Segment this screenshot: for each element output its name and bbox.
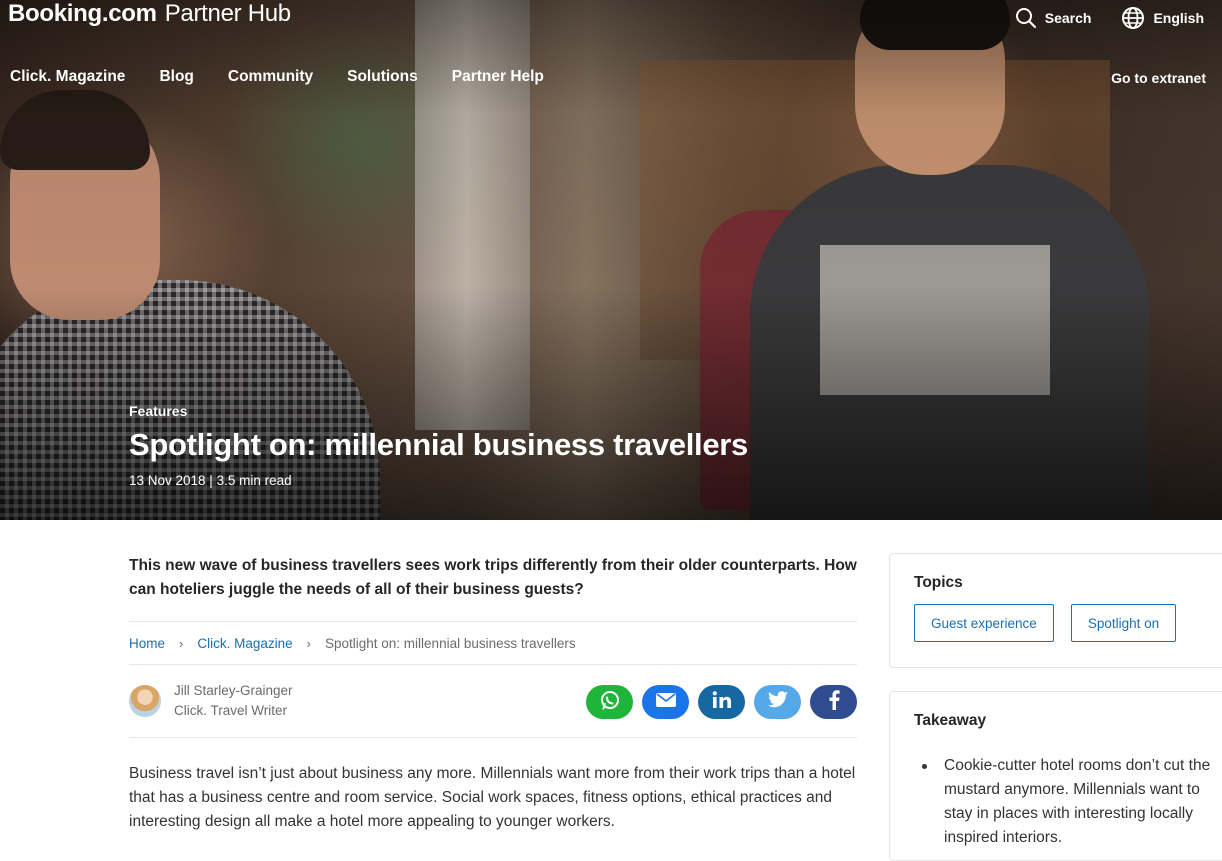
article-body-paragraph: Business travel isn’t just about busines…	[129, 765, 856, 830]
search-label: Search	[1044, 10, 1092, 26]
main-nav: Click. Magazine Blog Community Solutions…	[10, 68, 544, 86]
topic-chip-guest-experience[interactable]: Guest experience	[914, 604, 1054, 642]
language-selector[interactable]: English	[1109, 5, 1222, 31]
takeaway-list: Cookie-cutter hotel rooms don’t cut the …	[920, 754, 1212, 850]
breadcrumb-current: Spotlight on: millennial business travel…	[325, 635, 576, 651]
takeaway-card: Takeaway Cookie-cutter hotel rooms don’t…	[889, 691, 1222, 861]
share-linkedin-button[interactable]	[698, 685, 745, 719]
article-intro: This new wave of business travellers see…	[129, 557, 857, 598]
divider	[129, 737, 857, 738]
article: This new wave of business travellers see…	[129, 520, 857, 834]
breadcrumb-home[interactable]: Home	[129, 636, 165, 651]
topic-chip-spotlight-on[interactable]: Spotlight on	[1070, 604, 1177, 642]
share-twitter-button[interactable]	[754, 685, 801, 719]
email-icon	[655, 692, 676, 712]
nav-click-magazine[interactable]: Click. Magazine	[10, 68, 125, 86]
twitter-icon	[767, 690, 789, 714]
article-meta: 13 Nov 2018 | 3.5 min read	[129, 473, 292, 488]
share-email-button[interactable]	[642, 685, 689, 719]
author-info: Jill Starley-Grainger Click. Travel Writ…	[174, 681, 293, 721]
avatar	[129, 685, 161, 717]
nav-community[interactable]: Community	[228, 68, 313, 86]
nav-partner-help[interactable]: Partner Help	[452, 68, 544, 86]
author-role: Click. Travel Writer	[174, 703, 288, 718]
topic-chips: Guest experience Spotlight on	[914, 604, 1177, 642]
share-whatsapp-button[interactable]	[586, 685, 633, 719]
hero-text: Features Spotlight on: millennial busine…	[129, 403, 748, 488]
page-title: Spotlight on: millennial business travel…	[129, 427, 748, 462]
logo-product: Partner Hub	[164, 0, 291, 27]
topics-card: Topics Guest experience Spotlight on	[889, 553, 1222, 668]
author-row: Jill Starley-Grainger Click. Travel Writ…	[129, 665, 857, 737]
topics-heading: Topics	[914, 574, 963, 591]
facebook-icon	[828, 689, 840, 715]
linkedin-icon	[712, 690, 732, 714]
hero-banner: Booking.com Partner Hub Search English Cl…	[0, 0, 1222, 520]
author-name: Jill Starley-Grainger	[174, 683, 293, 698]
whatsapp-icon	[599, 689, 621, 716]
article-category[interactable]: Features	[129, 403, 748, 419]
nav-blog[interactable]: Blog	[159, 68, 193, 86]
search-button[interactable]: Search	[1003, 5, 1110, 31]
nav-solutions[interactable]: Solutions	[347, 68, 418, 86]
chevron-right-icon: ›	[179, 635, 184, 651]
share-buttons	[586, 685, 857, 719]
language-label: English	[1153, 10, 1204, 26]
search-icon	[1015, 7, 1037, 29]
breadcrumb: Home › Click. Magazine › Spotlight on: m…	[129, 622, 857, 664]
share-facebook-button[interactable]	[810, 685, 857, 719]
site-logo[interactable]: Booking.com Partner Hub	[8, 0, 291, 28]
takeaway-item: Cookie-cutter hotel rooms don’t cut the …	[920, 754, 1212, 850]
breadcrumb-click-magazine[interactable]: Click. Magazine	[197, 636, 292, 651]
extranet-link[interactable]: Go to extranet	[1111, 70, 1206, 86]
globe-icon	[1121, 6, 1145, 30]
utility-nav: Search English	[1003, 5, 1222, 31]
chevron-right-icon: ›	[306, 635, 311, 651]
top-bar: Booking.com Partner Hub Search English	[0, 0, 1222, 40]
logo-brand: Booking.com	[8, 0, 157, 27]
takeaway-heading: Takeaway	[914, 712, 987, 729]
